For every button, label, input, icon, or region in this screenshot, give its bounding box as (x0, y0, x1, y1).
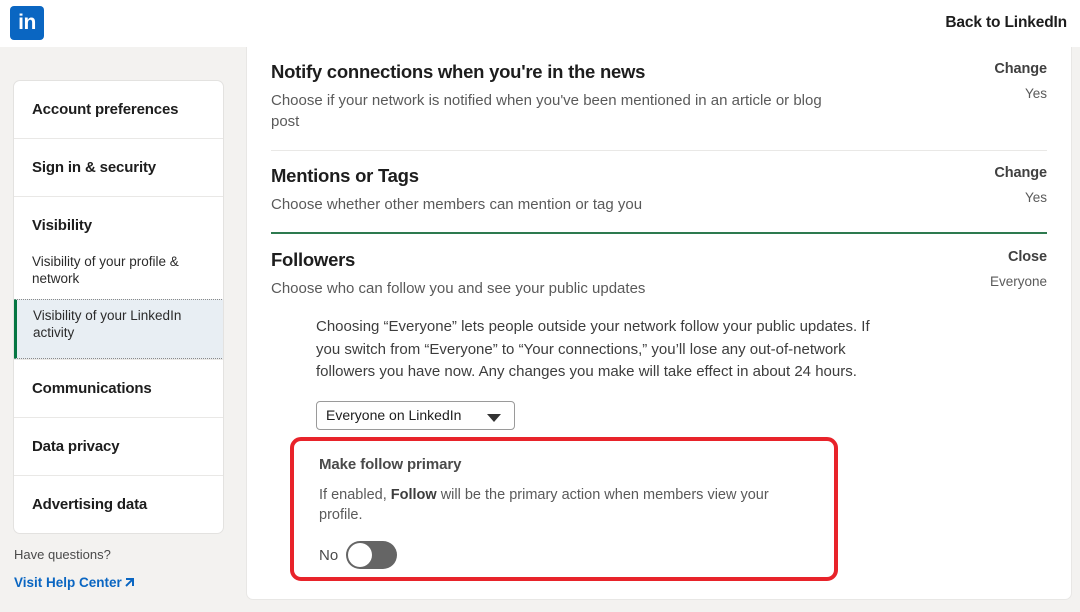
help-question-label: Have questions? (14, 547, 111, 562)
external-link-icon (123, 577, 135, 592)
top-navigation-bar: in Back to LinkedIn (0, 0, 1080, 47)
help-block: Have questions? Visit Help Center (14, 547, 135, 592)
followers-audience-select[interactable]: Everyone on LinkedIn (316, 400, 515, 430)
setting-value-followers: Everyone (989, 274, 1047, 289)
linkedin-logo[interactable]: in (10, 6, 44, 40)
change-button-notify-connections[interactable]: Change (994, 61, 1047, 77)
make-follow-primary-description: If enabled, Follow will be the primary a… (319, 485, 812, 525)
setting-description: Choose who can follow you and see your p… (271, 280, 646, 297)
setting-row-notify-connections: Notify connections when you're in the ne… (247, 47, 1071, 150)
toggle-state-label: No (319, 546, 339, 564)
sidebar-item-sign-in-security[interactable]: Sign in & security (14, 139, 223, 196)
toggle-knob (348, 543, 373, 567)
close-button-followers[interactable]: Close (990, 249, 1047, 265)
sidebar-item-account-preferences[interactable]: Account preferences (14, 81, 223, 138)
setting-title: Notify connections when you're in the ne… (271, 61, 646, 82)
setting-action-group: Change Yes (994, 165, 1047, 205)
setting-row-followers: Followers Choose who can follow you and … (247, 234, 1071, 299)
sidebar-item-advertising-data[interactable]: Advertising data (14, 476, 223, 533)
settings-sidebar: Account preferences Sign in & security V… (0, 47, 236, 612)
setting-title: Followers (271, 249, 356, 270)
make-follow-primary-panel: Make follow primary If enabled, Follow w… (294, 441, 834, 525)
setting-value-notify-connections: Yes (1024, 86, 1047, 101)
setting-value-mentions-or-tags: Yes (1024, 190, 1047, 205)
setting-action-group: Close Everyone (990, 249, 1047, 289)
setting-action-group: Change Yes (994, 61, 1047, 101)
sidebar-item-visibility-profile-network[interactable]: Visibility of your profile & network (14, 246, 223, 299)
followers-audience-selected-value: Everyone on LinkedIn (326, 406, 462, 423)
setting-description: Choose if your network is notified when … (271, 92, 822, 130)
sidebar-item-visibility[interactable]: Visibility (14, 197, 223, 246)
followers-expanded-panel: Choosing “Everyone” lets people outside … (247, 316, 1071, 430)
back-to-linkedin-link[interactable]: Back to LinkedIn (945, 14, 1067, 32)
visit-help-center-label: Visit Help Center (14, 575, 122, 590)
sidebar-group-visibility: Visibility Visibility of your profile & … (14, 197, 223, 360)
sidebar-group-advertising-data: Advertising data (14, 476, 223, 533)
make-follow-primary-highlight-box: Make follow primary If enabled, Follow w… (290, 437, 838, 581)
sidebar-item-data-privacy[interactable]: Data privacy (14, 418, 223, 475)
linkedin-logo-text: in (18, 11, 36, 34)
make-follow-primary-title: Make follow primary (319, 456, 462, 473)
desc-part-bold: Follow (390, 487, 437, 503)
setting-row-mentions-or-tags: Mentions or Tags Choose whether other me… (247, 151, 1071, 232)
setting-title: Mentions or Tags (271, 165, 419, 186)
followers-info-text: Choosing “Everyone” lets people outside … (316, 318, 870, 380)
sidebar-group-communications: Communications (14, 360, 223, 418)
sidebar-group-sign-in-security: Sign in & security (14, 139, 223, 197)
sidebar-nav-card: Account preferences Sign in & security V… (13, 80, 224, 534)
sidebar-item-visibility-linkedin-activity[interactable]: Visibility of your LinkedIn activity (14, 299, 223, 359)
desc-part-before: If enabled, (319, 487, 391, 503)
sidebar-group-data-privacy: Data privacy (14, 418, 223, 476)
make-follow-primary-toggle[interactable] (346, 541, 398, 569)
visit-help-center-link[interactable]: Visit Help Center (14, 575, 135, 590)
sidebar-item-communications[interactable]: Communications (14, 360, 223, 417)
make-follow-primary-toggle-row: No (319, 541, 398, 569)
setting-description: Choose whether other members can mention… (271, 196, 643, 213)
change-button-mentions-or-tags[interactable]: Change (994, 165, 1047, 181)
sidebar-group-account-preferences: Account preferences (14, 81, 223, 139)
chevron-down-icon (487, 413, 501, 422)
